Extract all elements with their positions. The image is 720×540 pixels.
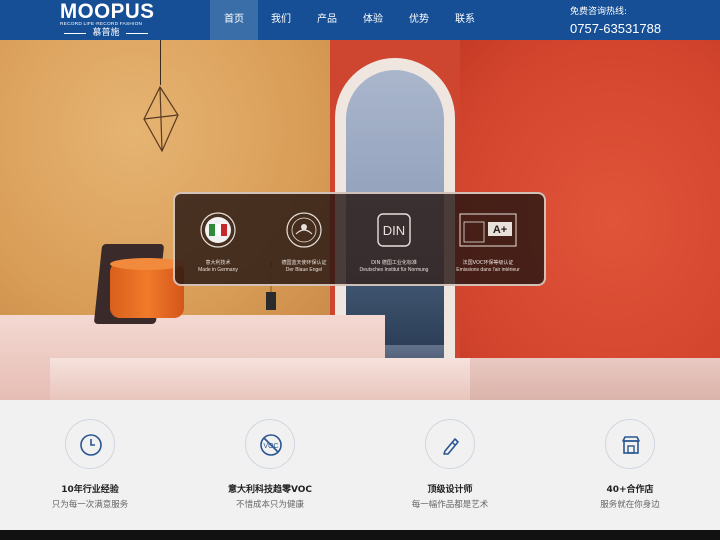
cert-blue-angel-cn: 德国蓝天使环保认证 bbox=[281, 260, 327, 266]
cert-a-plus: A+ 法国VOC环保等级认证 Emissions dans l'air inté… bbox=[438, 212, 538, 274]
cert-din: DIN DIN 德国工业化标准 Deutsches Institut für N… bbox=[344, 212, 444, 274]
cert-a-plus-cn: 法国VOC环保等级认证 bbox=[462, 260, 514, 266]
nav-item-advantages[interactable]: 优势 bbox=[396, 0, 442, 40]
feature-subtitle: 不惜成本只为健康 bbox=[235, 500, 304, 510]
svg-text:DIN: DIN bbox=[383, 223, 405, 238]
feature-icon-circle bbox=[65, 419, 115, 469]
svg-text:VOC: VOC bbox=[263, 443, 278, 450]
blue-angel-seal-icon bbox=[286, 212, 322, 248]
footer-strip bbox=[0, 530, 720, 540]
feature-icon-circle bbox=[605, 419, 655, 469]
feature-subtitle: 只为每一次满意服务 bbox=[51, 500, 129, 510]
cert-din-cn: DIN 德国工业化标准 bbox=[371, 260, 417, 266]
feature-title: 意大利科技趋零VOC bbox=[227, 485, 313, 495]
cert-a-plus-en: Emissions dans l'air intérieur bbox=[456, 267, 520, 273]
feature-voc: VOC 意大利科技趋零VOC 不惜成本只为健康 bbox=[180, 419, 360, 511]
feature-designer: 顶级设计师 每一幅作品都是艺术 bbox=[360, 419, 540, 511]
feature-title: 40+合作店 bbox=[606, 485, 654, 495]
main-nav: 首页 我们 产品 体验 优势 联系 bbox=[210, 0, 488, 40]
site-header: MOOPUS RECORD LIFE·RECORD FASHION 慕普施 首页… bbox=[0, 0, 720, 40]
feature-experience: 10年行业经验 只为每一次满意服务 bbox=[0, 419, 180, 511]
logo-wordmark: MOOPUS bbox=[60, 0, 155, 23]
certification-panel: 意大利技术 Made in Germany 德国蓝天使环保认证 Der Blau… bbox=[173, 192, 546, 286]
italy-flag-seal-icon bbox=[200, 212, 236, 248]
cert-blue-angel: 德国蓝天使环保认证 Der Blaue Engel bbox=[254, 212, 354, 274]
hotline-label: 免费咨询热线: bbox=[570, 7, 628, 17]
pen-design-icon bbox=[443, 438, 459, 455]
feature-stores: 40+合作店 服务就在你身边 bbox=[540, 419, 720, 511]
brand-logo[interactable]: MOOPUS RECORD LIFE·RECORD FASHION 慕普施 bbox=[60, 0, 156, 38]
feature-title: 10年行业经验 bbox=[61, 485, 119, 495]
banner-step-lower bbox=[50, 358, 470, 400]
feature-subtitle: 每一幅作品都是艺术 bbox=[411, 500, 489, 510]
feature-icon-circle bbox=[425, 419, 475, 469]
din-logo-icon: DIN bbox=[377, 213, 411, 247]
pendant-lamp-icon bbox=[143, 85, 179, 153]
feature-icon-circle: VOC bbox=[245, 419, 295, 469]
feature-title: 顶级设计师 bbox=[427, 485, 473, 495]
hero-banner[interactable]: 意大利技术 Made in Germany 德国蓝天使环保认证 Der Blau… bbox=[0, 40, 720, 400]
nav-item-home[interactable]: 首页 bbox=[210, 0, 258, 40]
logo-chinese-name: 慕普施 bbox=[60, 28, 152, 38]
features-section: 10年行业经验 只为每一次满意服务 VOC 意大利科技趋零VOC 不惜成本只为健… bbox=[0, 400, 720, 530]
nav-item-contact[interactable]: 联系 bbox=[442, 0, 488, 40]
cert-blue-angel-en: Der Blaue Engel bbox=[285, 267, 323, 273]
no-voc-icon: VOC bbox=[260, 434, 282, 456]
cert-din-en: Deutsches Institut für Normung bbox=[359, 267, 429, 273]
shop-icon bbox=[622, 436, 640, 454]
hotline: 免费咨询热线: 0757-63531788 bbox=[570, 6, 661, 37]
a-plus-emission-icon: A+ bbox=[459, 213, 517, 247]
cert-italy-cn: 意大利技术 bbox=[205, 260, 231, 266]
cert-italy: 意大利技术 Made in Germany bbox=[168, 212, 268, 274]
nav-item-products[interactable]: 产品 bbox=[304, 0, 350, 40]
cert-italy-en: Made in Germany bbox=[198, 267, 238, 273]
nav-item-experience[interactable]: 体验 bbox=[350, 0, 396, 40]
hotline-number[interactable]: 0757-63531788 bbox=[570, 21, 661, 37]
clock-icon bbox=[80, 434, 102, 456]
svg-text:A+: A+ bbox=[493, 224, 507, 236]
pendant-lamp-cord bbox=[160, 40, 161, 85]
feature-subtitle: 服务就在你身边 bbox=[600, 500, 660, 510]
nav-item-about[interactable]: 我们 bbox=[258, 0, 304, 40]
